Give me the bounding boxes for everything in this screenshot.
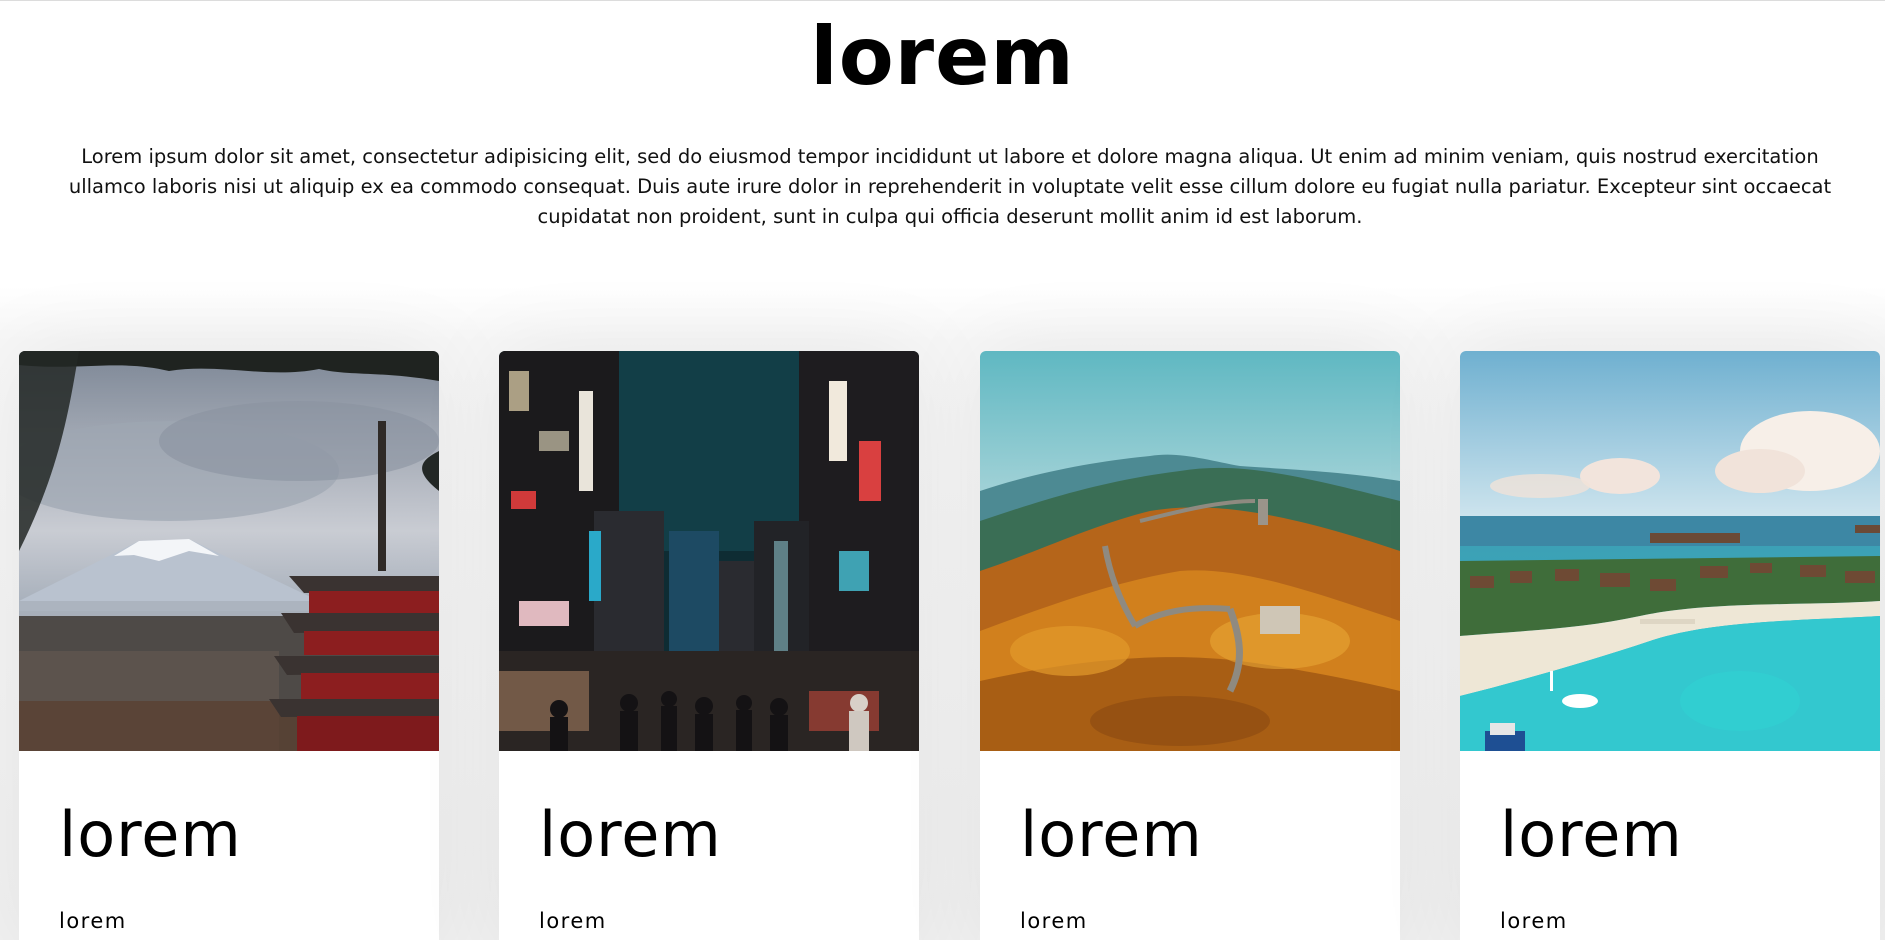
card-title: lorem: [1500, 798, 1683, 871]
card-title: lorem: [539, 798, 722, 871]
card-3[interactable]: lorem lorem: [980, 351, 1400, 940]
night-street-photo: [499, 351, 919, 751]
card-subtitle: lorem: [59, 909, 127, 933]
card-2-image[interactable]: [499, 351, 919, 751]
card-4-image[interactable]: [1460, 351, 1880, 751]
card-grid: lorem lorem lorem lorem lorem lorem lore…: [0, 351, 1885, 940]
beach-resort-photo: [1460, 351, 1880, 751]
intro-paragraph: Lorem ipsum dolor sit amet, consectetur …: [68, 145, 1832, 228]
card-subtitle: lorem: [1020, 909, 1088, 933]
card-title: lorem: [59, 798, 242, 871]
card-title: lorem: [1020, 798, 1203, 871]
card-1-image[interactable]: [19, 351, 439, 751]
card-subtitle: lorem: [1500, 909, 1568, 933]
card-1[interactable]: lorem lorem: [19, 351, 439, 940]
card-2[interactable]: lorem lorem: [499, 351, 919, 940]
page-title: lorem: [810, 10, 1075, 103]
card-4[interactable]: lorem lorem: [1460, 351, 1880, 940]
page: lorem Lorem ipsum dolor sit amet, consec…: [0, 0, 1885, 940]
great-wall-photo: [980, 351, 1400, 751]
card-3-image[interactable]: [980, 351, 1400, 751]
card-subtitle: lorem: [539, 909, 607, 933]
fuji-pagoda-photo: [19, 351, 439, 751]
